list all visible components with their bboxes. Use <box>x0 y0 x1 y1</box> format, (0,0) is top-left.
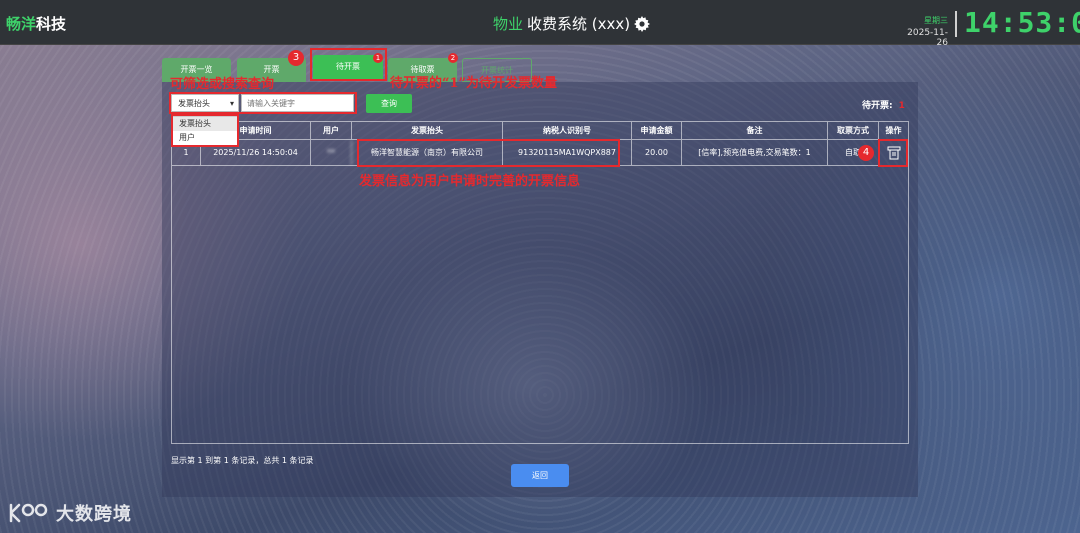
col-tax-id: 纳税人识别号 <box>503 122 632 140</box>
step-4-marker: 4 <box>858 145 874 161</box>
row-user: ** <box>311 140 352 165</box>
pending-count-annotation: 待开票的“1”为待开发票数量 <box>390 76 558 91</box>
watermark-text: 大数跨境 <box>56 504 132 525</box>
row-remark: [信率],预充值电费,交易笔数：1 <box>682 140 828 165</box>
col-user: 用户 <box>311 122 352 140</box>
back-button[interactable]: 返回 <box>511 464 569 487</box>
top-bar: 畅洋科技 物业收费系统 (xxx) 星期三 2025-11-26 14:53:0… <box>0 0 1080 48</box>
clock: 14:53:06 <box>964 6 1080 39</box>
pending-label: 待开票: <box>862 101 893 111</box>
highlight-dropdown <box>171 114 239 147</box>
title-white: 收费系统 (xxx) <box>527 15 631 33</box>
date-box: 星期三 2025-11-26 <box>900 15 948 48</box>
query-button[interactable]: 查询 <box>366 94 412 113</box>
pending-value: 1 <box>898 101 905 111</box>
weekday: 星期三 <box>924 16 948 25</box>
watermark: 大数跨境 <box>8 500 132 526</box>
pending-count-badge: 1 <box>373 53 383 63</box>
pagination-summary: 显示第 1 到第 1 条记录，总共 1 条记录 <box>171 456 314 465</box>
title-green: 物业 <box>493 15 524 33</box>
highlight-filter <box>169 92 357 114</box>
filter-annotation: 可筛选或搜索查询 <box>170 77 275 92</box>
col-remark: 备注 <box>682 122 828 140</box>
col-amount: 申请金额 <box>632 122 682 140</box>
watermark-logo-icon <box>9 503 48 523</box>
pickup-count-badge: 2 <box>448 53 458 63</box>
col-action: 操作 <box>879 122 908 140</box>
system-title: 物业 收费系统 (xxx) <box>493 13 651 34</box>
date: 2025-11-26 <box>907 28 948 48</box>
row-amount: 20.00 <box>632 140 682 165</box>
gear-icon[interactable] <box>634 15 651 32</box>
brand-white: 科技 <box>36 15 67 33</box>
table-header-row: 申请时间 用户 发票抬头 纳税人识别号 申请金额 备注 取票方式 操作 <box>172 122 908 140</box>
pending-counter: 待开票: 1 <box>862 98 905 111</box>
highlight-invoice-info <box>357 139 620 167</box>
brand-green: 畅洋 <box>6 15 37 33</box>
brand-logo: 畅洋科技 <box>6 13 66 34</box>
divider <box>955 11 957 37</box>
invoice-info-annotation: 发票信息为用户申请时完善的开票信息 <box>359 174 581 189</box>
col-pickup-method: 取票方式 <box>828 122 879 140</box>
highlight-action <box>878 139 908 167</box>
step-3-marker: 3 <box>288 50 304 66</box>
col-invoice-title: 发票抬头 <box>352 122 503 140</box>
